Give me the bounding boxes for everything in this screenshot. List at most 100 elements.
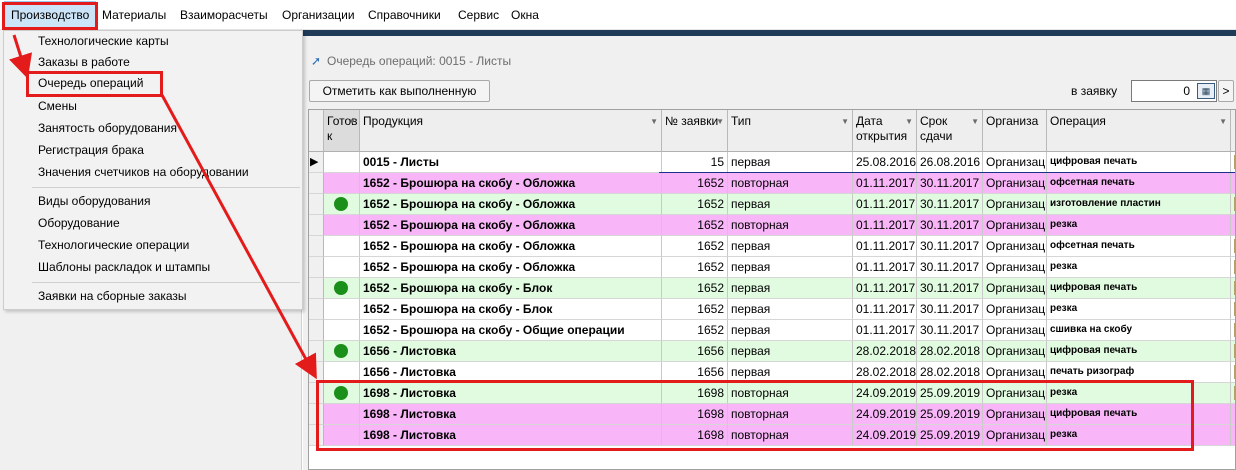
header-request-number[interactable]: № заявки ▼ bbox=[662, 110, 728, 152]
cell-date-due[interactable]: 30.11.2017 bbox=[917, 257, 983, 278]
cell-operation[interactable]: резка bbox=[1047, 215, 1231, 236]
cell-date-due[interactable]: 30.11.2017 bbox=[917, 320, 983, 341]
menu-item-shifts[interactable]: Смены bbox=[4, 96, 302, 117]
cell-product[interactable]: 1656 - Листовка bbox=[360, 362, 662, 383]
cell-product[interactable]: 1652 - Брошюра на скобу - Общие операции bbox=[360, 320, 662, 341]
cell-date-open[interactable]: 24.09.2019 bbox=[853, 383, 917, 404]
cell-type[interactable]: повторная bbox=[728, 383, 853, 404]
cell-num[interactable]: 15 bbox=[662, 152, 728, 173]
mark-done-button[interactable]: Отметить как выполненную bbox=[309, 80, 490, 102]
menu-settlements[interactable]: Взаиморасчеты bbox=[174, 0, 274, 30]
table-row[interactable]: 1652 - Брошюра на скобу - Блок 1652 первая… bbox=[309, 299, 1235, 320]
cell-type[interactable]: первая bbox=[728, 341, 853, 362]
row-selector[interactable] bbox=[309, 320, 324, 341]
table-row[interactable]: 1698 - Листовка 1698 повторная 24.09.2019 25… bbox=[309, 425, 1235, 446]
cell-operation[interactable]: изготовление пластин bbox=[1047, 194, 1231, 215]
table-row[interactable]: 1698 - Листовка 1698 повторная 24.09.2019 25… bbox=[309, 383, 1235, 404]
cell-ready[interactable] bbox=[324, 257, 360, 278]
cell-product[interactable]: 1698 - Листовка bbox=[360, 425, 662, 446]
cell-date-open[interactable]: 01.11.2017 bbox=[853, 215, 917, 236]
table-row[interactable]: 1652 - Брошюра на скобу - Обложка 1652 пов… bbox=[309, 215, 1235, 236]
cell-org[interactable]: Организация bbox=[983, 257, 1047, 278]
cell-product[interactable]: 1652 - Брошюра на скобу - Блок bbox=[360, 278, 662, 299]
cell-date-open[interactable]: 25.08.2016 bbox=[853, 152, 917, 173]
cell-product[interactable]: 1656 - Листовка bbox=[360, 341, 662, 362]
cell-type[interactable]: первая bbox=[728, 152, 853, 173]
cell-product[interactable]: 1652 - Брошюра на скобу - Обложка bbox=[360, 236, 662, 257]
cell-ready[interactable] bbox=[324, 320, 360, 341]
cell-product[interactable]: 1698 - Листовка bbox=[360, 383, 662, 404]
cell-org[interactable]: Организация bbox=[983, 404, 1047, 425]
cell-operation[interactable]: печать ризограф bbox=[1047, 362, 1231, 383]
calculator-icon[interactable]: ▦ bbox=[1197, 83, 1215, 99]
row-selector[interactable] bbox=[309, 278, 324, 299]
cell-ready[interactable] bbox=[324, 341, 360, 362]
row-selector[interactable] bbox=[309, 383, 324, 404]
cell-ready[interactable] bbox=[324, 362, 360, 383]
cell-operation[interactable]: резка bbox=[1047, 257, 1231, 278]
cell-operation[interactable]: сшивка на скобу bbox=[1047, 320, 1231, 341]
cell-date-open[interactable]: 24.09.2019 bbox=[853, 425, 917, 446]
table-row[interactable]: 1652 - Брошюра на скобу - Обложка 1652 пер… bbox=[309, 194, 1235, 215]
menu-windows[interactable]: Окна bbox=[505, 0, 545, 30]
cell-ready[interactable] bbox=[324, 299, 360, 320]
cell-date-open[interactable]: 01.11.2017 bbox=[853, 278, 917, 299]
cell-type[interactable]: первая bbox=[728, 236, 853, 257]
cell-org[interactable]: Организация bbox=[983, 194, 1047, 215]
menu-item-equipment-load[interactable]: Занятость оборудования bbox=[4, 118, 302, 139]
cell-date-open[interactable]: 01.11.2017 bbox=[853, 236, 917, 257]
cell-num[interactable]: 1698 bbox=[662, 404, 728, 425]
cell-operation[interactable]: резка bbox=[1047, 299, 1231, 320]
cell-type[interactable]: повторная bbox=[728, 425, 853, 446]
cell-type[interactable]: повторная bbox=[728, 215, 853, 236]
cell-ready[interactable] bbox=[324, 383, 360, 404]
cell-date-open[interactable]: 01.11.2017 bbox=[853, 299, 917, 320]
cell-ready[interactable] bbox=[324, 425, 360, 446]
cell-operation[interactable]: резка bbox=[1047, 383, 1231, 404]
table-row[interactable]: 1652 - Брошюра на скобу - Блок 1652 первая… bbox=[309, 278, 1235, 299]
row-selector[interactable] bbox=[309, 299, 324, 320]
menu-item-counter-values[interactable]: Значения счетчиков на оборудовании bbox=[4, 162, 302, 183]
cell-date-open[interactable]: 01.11.2017 bbox=[853, 194, 917, 215]
cell-org[interactable]: Организация bbox=[983, 362, 1047, 383]
cell-ready[interactable] bbox=[324, 404, 360, 425]
cell-operation[interactable]: резка bbox=[1047, 425, 1231, 446]
header-type[interactable]: Тип ▼ bbox=[728, 110, 853, 152]
cell-type[interactable]: повторная bbox=[728, 173, 853, 194]
cell-product[interactable]: 1652 - Брошюра на скобу - Обложка bbox=[360, 257, 662, 278]
cell-num[interactable]: 1652 bbox=[662, 299, 728, 320]
menu-item-combined-order-requests[interactable]: Заявки на сборные заказы bbox=[4, 286, 302, 307]
cell-operation[interactable]: цифровая печать bbox=[1047, 404, 1231, 425]
row-selector[interactable] bbox=[309, 341, 324, 362]
cell-product[interactable]: 1652 - Брошюра на скобу - Обложка bbox=[360, 173, 662, 194]
cell-num[interactable]: 1652 bbox=[662, 194, 728, 215]
cell-date-due[interactable]: 26.08.2016 bbox=[917, 152, 983, 173]
table-row[interactable]: 1652 - Брошюра на скобу - Обложка 1652 пер… bbox=[309, 257, 1235, 278]
table-row[interactable]: ▶ 0015 - Листы 15 первая 25.08.2016 26.08.201… bbox=[309, 152, 1235, 174]
table-row[interactable]: 1698 - Листовка 1698 повторная 24.09.2019 25… bbox=[309, 404, 1235, 425]
menu-item-layout-templates[interactable]: Шаблоны раскладок и штампы bbox=[4, 257, 302, 278]
header-date-open[interactable]: Дата открытия ▼ bbox=[853, 110, 917, 152]
cell-date-due[interactable]: 25.09.2019 bbox=[917, 383, 983, 404]
cell-num[interactable]: 1698 bbox=[662, 425, 728, 446]
cell-ready[interactable] bbox=[324, 152, 360, 173]
menu-item-tech-cards[interactable]: Технологические карты bbox=[4, 31, 302, 52]
cell-date-open[interactable]: 01.11.2017 bbox=[853, 257, 917, 278]
menu-references[interactable]: Справочники bbox=[362, 0, 447, 30]
cell-date-due[interactable]: 30.11.2017 bbox=[917, 299, 983, 320]
row-selector[interactable] bbox=[309, 215, 324, 236]
cell-date-due[interactable]: 30.11.2017 bbox=[917, 194, 983, 215]
cell-operation[interactable]: офсетная печать bbox=[1047, 173, 1231, 194]
cell-operation[interactable]: цифровая печать bbox=[1047, 278, 1231, 299]
cell-operation[interactable]: цифровая печать bbox=[1047, 341, 1231, 362]
cell-product[interactable]: 1698 - Листовка bbox=[360, 404, 662, 425]
cell-org[interactable]: Организация bbox=[983, 341, 1047, 362]
cell-date-due[interactable]: 25.09.2019 bbox=[917, 425, 983, 446]
cell-date-open[interactable]: 24.09.2019 bbox=[853, 404, 917, 425]
menu-item-orders-in-work[interactable]: Заказы в работе bbox=[4, 52, 302, 73]
menu-service[interactable]: Сервис bbox=[452, 0, 505, 30]
cell-ready[interactable] bbox=[324, 215, 360, 236]
cell-product[interactable]: 1652 - Брошюра на скобу - Блок bbox=[360, 299, 662, 320]
row-selector[interactable] bbox=[309, 236, 324, 257]
cell-type[interactable]: первая bbox=[728, 194, 853, 215]
